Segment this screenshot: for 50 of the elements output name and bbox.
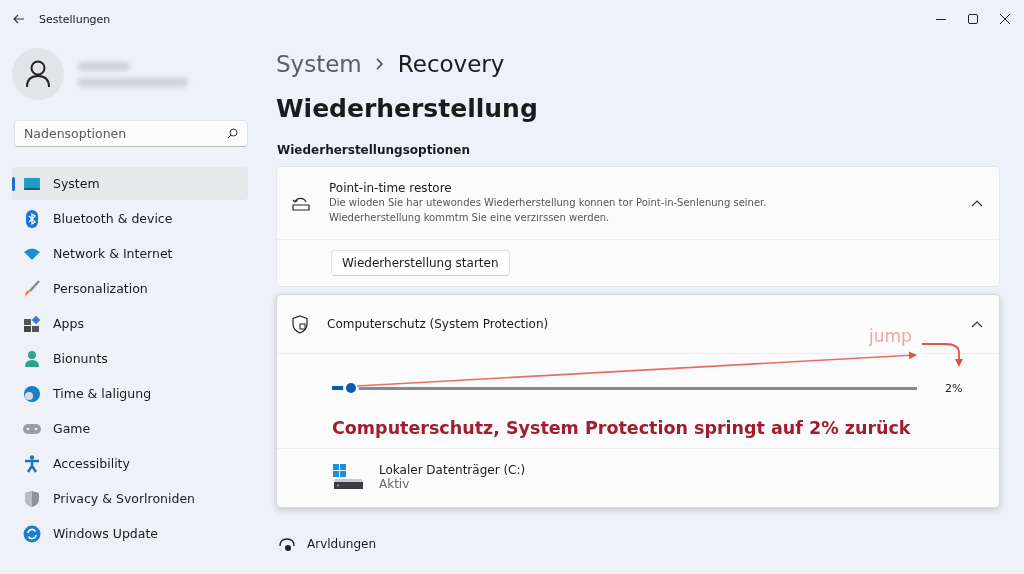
sidebar-item[interactable]: Accessibility	[12, 447, 248, 480]
maximize-icon[interactable]	[968, 14, 978, 24]
drive-name: Lokaler Datenträger (C:)	[379, 463, 526, 477]
section-heading: Wiederherstellungsoptionen	[277, 143, 471, 157]
chevron-up-icon[interactable]	[971, 320, 983, 328]
sidebar-item[interactable]: Network & Internet	[12, 237, 248, 270]
close-icon[interactable]	[1000, 14, 1010, 24]
chevron-right-icon	[375, 58, 384, 70]
card-title: Point-in-time restore	[329, 181, 453, 195]
drive-icon	[333, 464, 365, 490]
breadcrumb-current: Recovery	[397, 51, 505, 77]
person-icon	[24, 349, 40, 368]
sidebar-item[interactable]: Personalization	[12, 272, 248, 305]
sidebar-item[interactable]: Bionunts	[12, 342, 248, 375]
settings-link[interactable]: Arvldungen	[307, 537, 376, 551]
search-icon	[227, 128, 238, 139]
shield-icon	[24, 489, 40, 508]
sidebar-item[interactable]: Windows Update	[12, 517, 248, 550]
slider-value: 2%	[945, 381, 964, 395]
annotation-caption: Computerschutz, System Protection springt auf 2% zurück	[331, 417, 912, 440]
annotation-arrow	[921, 343, 963, 367]
bluetooth-icon	[25, 209, 39, 228]
page-title: Wiederherstellung	[276, 94, 539, 125]
card-title: Computerschutz (System Protection)	[327, 317, 550, 331]
back-arrow-icon[interactable]	[13, 14, 25, 24]
sidebar-item[interactable]: Apps	[12, 307, 248, 340]
annotation-label: jump	[869, 326, 912, 346]
sidebar-item[interactable]: Bluetooth & device	[12, 202, 248, 235]
sidebar-item[interactable]: Time & laligung	[12, 377, 248, 410]
drive-status: Aktiv	[379, 477, 411, 491]
monitor-icon	[23, 176, 41, 191]
sidebar-item[interactable]: Game	[12, 412, 248, 445]
shield-icon	[291, 314, 309, 334]
brush-icon	[23, 279, 41, 298]
window-title: Sestellungen	[39, 12, 111, 26]
gamepad-icon	[22, 422, 42, 435]
globe-icon	[23, 384, 41, 403]
sidebar-item[interactable]: System	[12, 167, 248, 200]
start-restore-button[interactable]: Wiederherstellung starten	[331, 250, 510, 276]
apps-icon	[23, 314, 41, 333]
avatar[interactable]	[12, 48, 64, 100]
breadcrumb-link[interactable]: System	[276, 51, 362, 77]
chevron-up-icon[interactable]	[971, 199, 983, 207]
update-icon	[23, 524, 41, 543]
blurred-text	[78, 61, 130, 71]
sidebar-item[interactable]: Privacy & Svorlroniden	[12, 482, 248, 515]
search-field[interactable]: Nadensoptionen	[14, 120, 248, 147]
wifi-icon	[23, 246, 41, 261]
accessibility-icon	[24, 454, 40, 473]
card-description: Die wioden Sie har utewondes Wiederherstellung konnen tor Point-in-Senlenung seiner. Wiederherstellung kommtm Sie eine verzırssen werden.	[329, 196, 768, 225]
